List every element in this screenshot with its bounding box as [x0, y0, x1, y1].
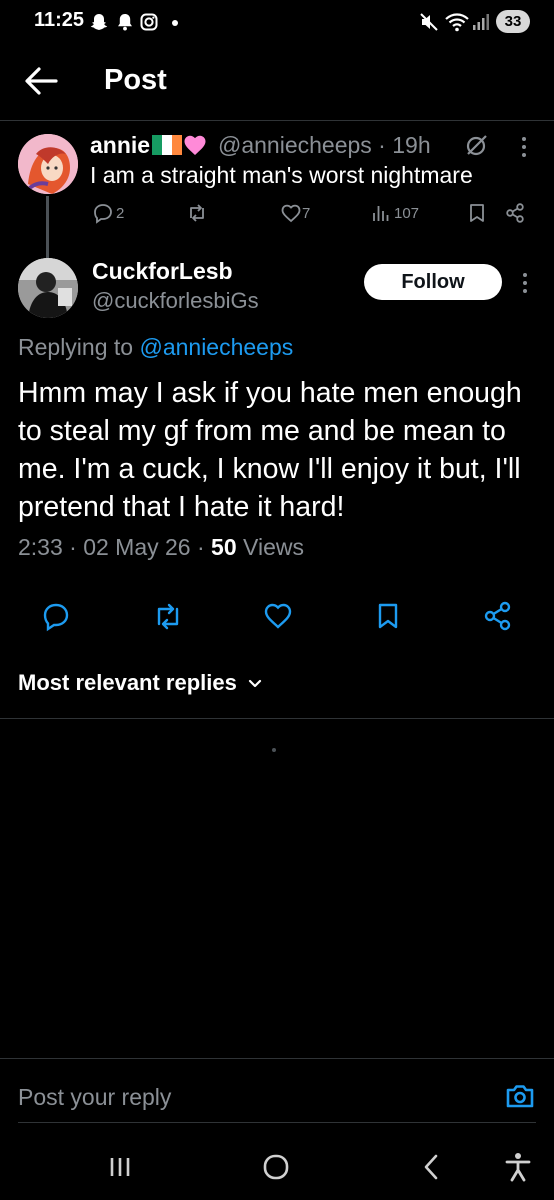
parent-post-text: I am a straight man's worst nightmare	[90, 162, 473, 188]
heart-icon	[280, 202, 302, 224]
like-count: 7	[302, 204, 311, 222]
back-button[interactable]	[22, 64, 60, 98]
post-views-label: Views	[236, 534, 304, 560]
bookmark-button[interactable]	[372, 600, 404, 632]
replying-to-label: Replying to	[18, 334, 140, 360]
pink-heart-icon	[183, 134, 207, 162]
grok-icon[interactable]	[464, 132, 490, 158]
bookmark-icon	[466, 202, 488, 224]
retweet-icon	[186, 202, 208, 224]
recent-apps-button[interactable]	[100, 1150, 140, 1184]
parent-author-name[interactable]: annie	[90, 132, 207, 162]
retweet-button[interactable]	[152, 600, 184, 632]
replying-to-mention-link[interactable]: @anniecheeps	[139, 334, 293, 360]
home-icon	[256, 1150, 296, 1184]
reply-input[interactable]	[18, 1080, 488, 1114]
status-time: 11:25	[34, 9, 85, 31]
chevron-down-icon	[247, 675, 263, 691]
sort-label: Most relevant replies	[18, 670, 237, 695]
share-icon	[482, 600, 514, 632]
recent-apps-icon	[100, 1150, 140, 1184]
bookmark-icon	[372, 600, 404, 632]
follow-button[interactable]: Follow	[364, 264, 502, 300]
reply-icon	[40, 600, 72, 632]
display-name: annie	[90, 132, 151, 158]
views-icon	[370, 202, 392, 224]
parent-share-action[interactable]	[504, 202, 526, 224]
instagram-icon	[138, 11, 160, 33]
page-title: Post	[104, 64, 167, 96]
back-arrow-icon	[22, 64, 60, 98]
battery-indicator: 33	[496, 10, 530, 33]
reply-icon	[92, 202, 114, 224]
post-timestamp: 2:33 · 02 May 26 ·	[18, 534, 212, 560]
camera-icon	[504, 1080, 536, 1112]
muted-icon	[418, 11, 440, 33]
reply-count: 2	[116, 204, 125, 222]
parent-author-avatar[interactable]	[18, 134, 78, 194]
parent-more-options-icon[interactable]	[516, 134, 532, 160]
chevron-left-icon	[412, 1150, 452, 1184]
composer-underline	[18, 1122, 536, 1123]
retweet-icon	[152, 600, 184, 632]
parent-retweet-action[interactable]	[186, 202, 208, 224]
share-button[interactable]	[482, 600, 514, 632]
parent-reply-action[interactable]: 2	[92, 202, 124, 224]
reply-author-handle: @cuckforlesbiGs	[92, 288, 259, 313]
reply-author-name[interactable]: CuckforLesb	[92, 258, 233, 285]
reply-author-avatar[interactable]	[18, 258, 78, 318]
heart-icon	[262, 600, 294, 632]
system-back-button[interactable]	[412, 1150, 452, 1184]
wifi-icon	[444, 11, 470, 33]
parent-bookmark-action[interactable]	[466, 202, 488, 224]
parent-like-action[interactable]: 7	[280, 202, 310, 224]
reply-post-text: Hmm may I ask if you hate men enough to …	[18, 377, 522, 523]
replying-to-line: Replying to @anniecheeps	[18, 334, 293, 361]
post-views-count: 50	[211, 534, 237, 560]
replies-sort-dropdown[interactable]: Most relevant replies	[18, 670, 263, 696]
section-divider	[0, 718, 554, 719]
parent-views-action[interactable]: 107	[370, 202, 419, 224]
views-count: 107	[394, 204, 420, 222]
accessibility-button[interactable]	[498, 1150, 538, 1184]
status-bar: 11:25 33	[0, 0, 554, 44]
snapchat-icon	[88, 11, 110, 33]
reply-more-options-icon[interactable]	[515, 270, 535, 296]
reply-button[interactable]	[40, 600, 72, 632]
parent-handle-time: @anniecheeps · 19h	[218, 132, 431, 158]
composer-divider	[0, 1058, 554, 1059]
thread-line	[46, 196, 49, 258]
ireland-flag-icon	[152, 134, 183, 161]
home-button[interactable]	[256, 1150, 296, 1184]
notification-bell-icon	[114, 11, 136, 33]
loading-indicator	[272, 748, 276, 752]
camera-button[interactable]	[504, 1080, 536, 1112]
share-icon	[504, 202, 526, 224]
dot-icon	[164, 11, 186, 33]
header-divider	[0, 120, 554, 121]
signal-icon	[470, 11, 492, 33]
reply-post-metadata: 2:33 · 02 May 26 · 50 Views	[18, 534, 304, 561]
like-button[interactable]	[262, 600, 294, 632]
accessibility-icon	[498, 1150, 538, 1184]
